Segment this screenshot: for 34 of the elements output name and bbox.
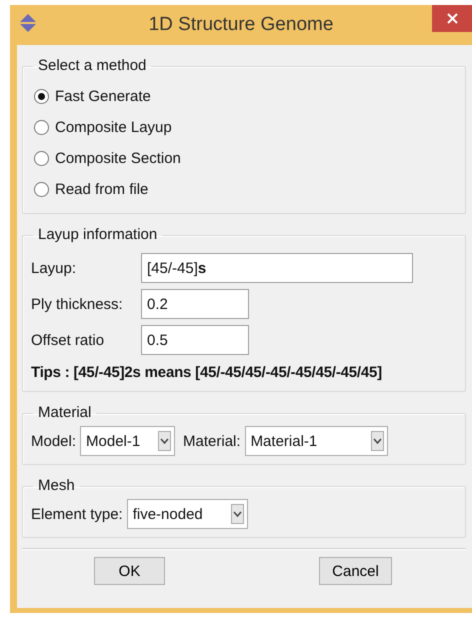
group-title: Material — [37, 404, 92, 422]
field-label: Layup: — [31, 260, 78, 276]
app-icon — [19, 13, 37, 33]
dropdown-label: Model: — [31, 432, 76, 450]
close-icon — [446, 13, 458, 24]
group-title: Mesh — [37, 477, 76, 495]
dropdown[interactable]: five-noded — [126, 499, 248, 529]
radio-label[interactable]: Composite Section — [55, 150, 181, 167]
radio-button[interactable] — [34, 89, 49, 104]
radio-label[interactable]: Fast Generate — [55, 88, 151, 105]
input-field[interactable]: 0.2 — [141, 289, 249, 319]
radio-label[interactable]: Composite Layup — [55, 119, 172, 136]
window-title: 1D Structure Genome — [148, 14, 334, 36]
group-title: Select a method — [37, 57, 148, 75]
cancel-button[interactable]: Cancel — [319, 557, 392, 585]
input-field[interactable]: [45/-45]s — [141, 253, 413, 283]
field-label: Ply thickness: — [31, 296, 124, 312]
field-label: Offset ratio — [31, 332, 106, 348]
radio-button[interactable] — [34, 120, 49, 135]
dropdown-label: Material: — [183, 432, 241, 450]
chevron-down-icon — [370, 431, 384, 451]
close-button[interactable] — [432, 5, 472, 32]
group-title: Layup information — [37, 226, 158, 244]
dropdown[interactable]: Material-1 — [244, 426, 388, 456]
chevron-down-icon — [230, 504, 244, 524]
chevron-down-icon — [158, 431, 172, 451]
radio-button[interactable] — [34, 151, 49, 166]
dropdown[interactable]: Model-1 — [80, 426, 176, 456]
tip-text: Tips : [45/-45]2s means [45/-45/45/-45/-45/45/-45/45] — [31, 364, 383, 381]
radio-button[interactable] — [34, 182, 49, 197]
ok-button[interactable]: OK — [94, 557, 165, 585]
dropdown-label: Element type: — [31, 506, 123, 522]
radio-label[interactable]: Read from file — [55, 181, 148, 198]
input-field[interactable]: 0.5 — [141, 325, 249, 355]
